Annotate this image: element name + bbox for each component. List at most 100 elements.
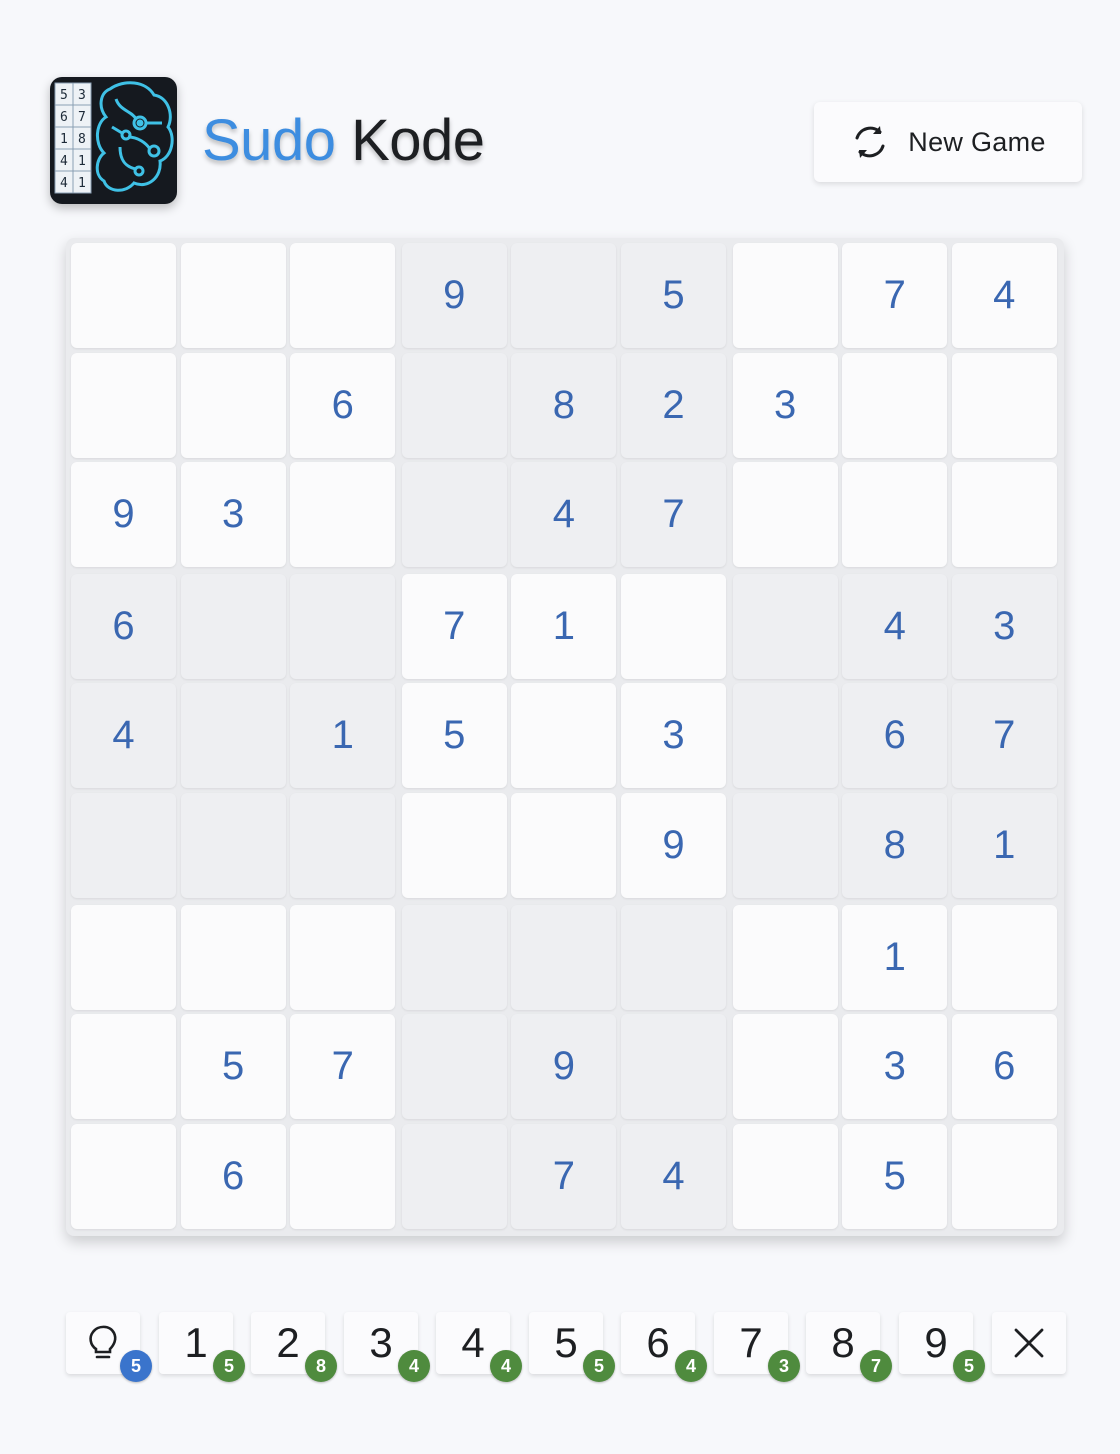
board-cell[interactable] bbox=[71, 1014, 176, 1120]
hint-count-badge: 5 bbox=[120, 1350, 152, 1382]
board-cell[interactable] bbox=[290, 243, 396, 348]
digit-key-7[interactable]: 73 bbox=[714, 1312, 800, 1382]
board-cell[interactable] bbox=[511, 904, 617, 1010]
board-cell[interactable] bbox=[290, 1123, 396, 1229]
board-cell[interactable]: 1 bbox=[842, 904, 948, 1010]
board-cell[interactable] bbox=[951, 352, 1057, 458]
board-cell[interactable]: 7 bbox=[621, 462, 726, 568]
board-cell[interactable]: 5 bbox=[621, 243, 726, 348]
digit-key-6[interactable]: 64 bbox=[621, 1312, 707, 1382]
board-cell[interactable] bbox=[732, 1123, 838, 1229]
board-cell[interactable] bbox=[71, 1123, 176, 1229]
board-cell[interactable]: 7 bbox=[842, 243, 948, 348]
board-cell[interactable]: 9 bbox=[621, 793, 726, 898]
board-cell[interactable]: 5 bbox=[401, 683, 507, 789]
digit-key-2[interactable]: 28 bbox=[251, 1312, 337, 1382]
board-cell[interactable] bbox=[511, 793, 617, 898]
board-cell[interactable] bbox=[732, 243, 838, 348]
board-cell[interactable] bbox=[71, 793, 176, 898]
svg-text:1: 1 bbox=[78, 176, 86, 191]
board-cell[interactable] bbox=[290, 462, 396, 568]
svg-text:6: 6 bbox=[60, 110, 68, 125]
close-icon bbox=[992, 1312, 1066, 1374]
board-cell[interactable] bbox=[951, 904, 1057, 1010]
hint-button[interactable]: 5 bbox=[66, 1312, 152, 1382]
board-cell[interactable] bbox=[180, 683, 286, 789]
board-cell[interactable]: 7 bbox=[401, 573, 507, 679]
svg-text:4: 4 bbox=[60, 154, 68, 169]
board-cell[interactable]: 7 bbox=[290, 1014, 396, 1120]
board-cell[interactable] bbox=[290, 793, 396, 898]
digit-key-1[interactable]: 15 bbox=[159, 1312, 245, 1382]
board-cell[interactable] bbox=[621, 573, 726, 679]
board-cell[interactable] bbox=[71, 352, 176, 458]
board-cell[interactable] bbox=[732, 1014, 838, 1120]
board-cell[interactable] bbox=[401, 352, 507, 458]
board-cell[interactable] bbox=[401, 1123, 507, 1229]
board-cell[interactable] bbox=[180, 243, 286, 348]
sudoku-brain-logo-icon: 5367184141 bbox=[50, 77, 177, 204]
new-game-button[interactable]: New Game bbox=[814, 102, 1082, 182]
board-cell[interactable]: 7 bbox=[951, 683, 1057, 789]
board-cell[interactable] bbox=[511, 683, 617, 789]
board-cell[interactable] bbox=[180, 793, 286, 898]
board-cell[interactable] bbox=[732, 683, 838, 789]
board-cell[interactable] bbox=[732, 904, 838, 1010]
board-cell[interactable]: 5 bbox=[842, 1123, 948, 1229]
app-title: Sudo Kode bbox=[202, 108, 485, 174]
board-cell[interactable] bbox=[842, 352, 948, 458]
board-cell[interactable] bbox=[180, 573, 286, 679]
digit-key-9[interactable]: 95 bbox=[899, 1312, 985, 1382]
board-cell[interactable]: 4 bbox=[71, 683, 176, 789]
board-cell[interactable]: 3 bbox=[732, 352, 838, 458]
board-cell[interactable] bbox=[511, 243, 617, 348]
board-cell[interactable] bbox=[842, 462, 948, 568]
board-cell[interactable]: 6 bbox=[951, 1014, 1057, 1120]
board-cell[interactable] bbox=[951, 462, 1057, 568]
board-cell[interactable] bbox=[621, 1014, 726, 1120]
board-cell[interactable]: 6 bbox=[71, 573, 176, 679]
board-cell[interactable]: 3 bbox=[621, 683, 726, 789]
clear-button[interactable] bbox=[992, 1312, 1066, 1374]
board-cell[interactable] bbox=[290, 904, 396, 1010]
board-cell[interactable]: 1 bbox=[290, 683, 396, 789]
board-cell[interactable] bbox=[401, 904, 507, 1010]
board-cell[interactable]: 1 bbox=[511, 573, 617, 679]
board-cell[interactable]: 2 bbox=[621, 352, 726, 458]
board-cell[interactable]: 4 bbox=[511, 462, 617, 568]
board-cell[interactable]: 6 bbox=[180, 1123, 286, 1229]
digit-key-5[interactable]: 55 bbox=[529, 1312, 615, 1382]
board-cell[interactable] bbox=[951, 1123, 1057, 1229]
board-cell[interactable]: 9 bbox=[401, 243, 507, 348]
board-cell[interactable]: 5 bbox=[180, 1014, 286, 1120]
digit-key-3[interactable]: 34 bbox=[344, 1312, 430, 1382]
board-cell[interactable] bbox=[180, 904, 286, 1010]
board-cell[interactable] bbox=[732, 793, 838, 898]
board-cell[interactable]: 4 bbox=[842, 573, 948, 679]
board-cell[interactable] bbox=[71, 243, 176, 348]
board-cell[interactable]: 1 bbox=[951, 793, 1057, 898]
board-cell[interactable] bbox=[71, 904, 176, 1010]
board-cell[interactable] bbox=[401, 1014, 507, 1120]
board-cell[interactable]: 4 bbox=[621, 1123, 726, 1229]
board-cell[interactable] bbox=[621, 904, 726, 1010]
board-cell[interactable]: 3 bbox=[842, 1014, 948, 1120]
board-cell[interactable]: 6 bbox=[290, 352, 396, 458]
board-cell[interactable]: 3 bbox=[951, 573, 1057, 679]
board-cell[interactable] bbox=[732, 573, 838, 679]
digit-key-8[interactable]: 87 bbox=[806, 1312, 892, 1382]
board-cell[interactable]: 8 bbox=[511, 352, 617, 458]
board-cell[interactable] bbox=[180, 352, 286, 458]
board-cell[interactable]: 3 bbox=[180, 462, 286, 568]
board-cell[interactable]: 6 bbox=[842, 683, 948, 789]
board-cell[interactable]: 4 bbox=[951, 243, 1057, 348]
board-cell[interactable] bbox=[732, 462, 838, 568]
digit-key-4[interactable]: 44 bbox=[436, 1312, 522, 1382]
board-cell[interactable] bbox=[401, 793, 507, 898]
board-cell[interactable] bbox=[401, 462, 507, 568]
board-cell[interactable]: 9 bbox=[71, 462, 176, 568]
board-cell[interactable]: 8 bbox=[842, 793, 948, 898]
board-cell[interactable] bbox=[290, 573, 396, 679]
board-cell[interactable]: 7 bbox=[511, 1123, 617, 1229]
board-cell[interactable]: 9 bbox=[511, 1014, 617, 1120]
